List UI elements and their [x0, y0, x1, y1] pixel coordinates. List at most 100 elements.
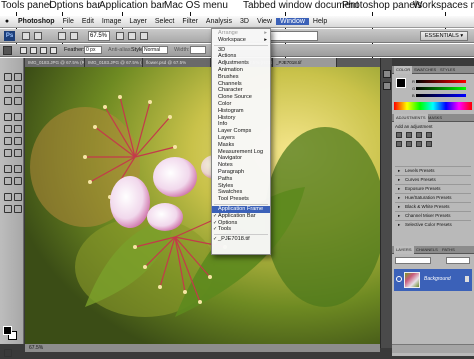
- hue-sat-icon[interactable]: [406, 141, 412, 147]
- dodge-tool-icon[interactable]: [13, 148, 22, 157]
- tab-color[interactable]: COLOR: [394, 66, 413, 74]
- menu-image[interactable]: Image: [98, 18, 125, 25]
- preset-item[interactable]: Black & White Presets: [395, 202, 471, 210]
- menu-item-label: Animation: [218, 67, 243, 73]
- menu-edit[interactable]: Edit: [78, 18, 98, 25]
- menu-window[interactable]: Window: [276, 18, 309, 25]
- window-menu-item-tools[interactable]: ✓ Tools: [212, 226, 270, 233]
- preset-item[interactable]: Selective Color Presets: [395, 220, 471, 228]
- new-selection-icon[interactable]: [20, 47, 27, 54]
- brush-tool-icon[interactable]: [13, 112, 22, 121]
- tab-layers[interactable]: LAYERS: [394, 246, 414, 254]
- preset-item[interactable]: Channel Mixer Presets: [395, 211, 471, 219]
- document-tab[interactable]: IMG_0183.JPG @ 67.5% (RGB/8*): [85, 58, 143, 67]
- history-panel-icon[interactable]: [383, 70, 391, 78]
- blur-tool-icon[interactable]: [3, 148, 12, 157]
- layer-row-background[interactable]: Background: [394, 269, 472, 291]
- tab-channels[interactable]: CHANNELS: [414, 246, 440, 254]
- menu-app-photoshop[interactable]: Photoshop: [14, 18, 59, 25]
- menu-layer[interactable]: Layer: [125, 18, 151, 25]
- healing-tool-icon[interactable]: [3, 112, 12, 121]
- shape-tool-icon[interactable]: [13, 176, 22, 185]
- feather-input[interactable]: 0 px: [84, 46, 102, 54]
- color-balance-icon[interactable]: [416, 141, 422, 147]
- actions-panel-icon[interactable]: [383, 82, 391, 90]
- vibrance-icon[interactable]: [396, 141, 402, 147]
- intersect-selection-icon[interactable]: [50, 47, 57, 54]
- menu-filter[interactable]: Filter: [178, 18, 202, 25]
- window-menu-item-tool-presets[interactable]: Tool Presets: [212, 196, 270, 203]
- width-input[interactable]: [190, 46, 206, 54]
- tab-paths[interactable]: PATHS: [440, 246, 457, 254]
- gradient-tool-icon[interactable]: [13, 136, 22, 145]
- eyedropper-tool-icon[interactable]: [13, 96, 22, 105]
- blue-slider[interactable]: [416, 94, 466, 97]
- marquee-tool-button-icon[interactable]: [13, 72, 22, 81]
- lasso-tool-icon[interactable]: [3, 84, 12, 93]
- levels-icon[interactable]: [406, 132, 412, 138]
- tab-masks[interactable]: MASKS: [426, 114, 444, 122]
- hand-tool-icon[interactable]: [3, 204, 12, 213]
- color-preview[interactable]: [396, 78, 406, 88]
- apple-icon[interactable]: ●: [0, 18, 14, 25]
- marquee-tool-icon[interactable]: [3, 46, 12, 55]
- application-bar-field[interactable]: [270, 31, 318, 41]
- move-tool-icon[interactable]: [3, 72, 12, 81]
- tab-swatches[interactable]: SWATCHES: [412, 66, 438, 74]
- document-tab-active[interactable]: _PJE7018.tif: [273, 58, 337, 67]
- quick-select-tool-icon[interactable]: [13, 84, 22, 93]
- guides-icon[interactable]: [34, 32, 42, 40]
- menu-analysis[interactable]: Analysis: [202, 18, 236, 25]
- curves-icon[interactable]: [416, 132, 422, 138]
- color-spectrum-ramp[interactable]: [394, 102, 472, 110]
- foreground-color-swatch[interactable]: [3, 326, 12, 335]
- arrange-icon[interactable]: [128, 32, 136, 40]
- zoom-level-field[interactable]: 67.5%: [88, 31, 110, 41]
- exposure-icon[interactable]: [426, 132, 432, 138]
- eye-icon[interactable]: [396, 276, 402, 282]
- opacity-field[interactable]: [446, 257, 470, 264]
- quick-mask-icon[interactable]: [3, 348, 12, 357]
- 3d-orbit-tool-icon[interactable]: [13, 192, 22, 201]
- preset-item[interactable]: Levels Presets: [395, 166, 471, 174]
- menu-view[interactable]: View: [253, 18, 276, 25]
- zoom-icon[interactable]: [70, 32, 78, 40]
- preset-item[interactable]: Curves Presets: [395, 175, 471, 183]
- path-select-tool-icon[interactable]: [3, 176, 12, 185]
- black-white-icon[interactable]: [426, 141, 432, 147]
- blend-mode-select[interactable]: [395, 257, 431, 264]
- add-selection-icon[interactable]: [30, 47, 37, 54]
- zoom-tool-icon[interactable]: [13, 204, 22, 213]
- style-select[interactable]: Normal: [142, 46, 168, 54]
- hand-icon[interactable]: [58, 32, 66, 40]
- document-tab[interactable]: flower.psd @ 67.5%: [143, 58, 211, 67]
- clone-stamp-tool-icon[interactable]: [3, 124, 12, 133]
- document-canvas[interactable]: [25, 67, 380, 347]
- red-slider[interactable]: [416, 80, 466, 83]
- window-menu-item-pje7018-tif[interactable]: ✓ _PJE7018.tif: [212, 236, 270, 243]
- tab-adjustments[interactable]: ADJUSTMENTS: [394, 114, 428, 122]
- subtract-selection-icon[interactable]: [40, 47, 47, 54]
- tab-styles[interactable]: STYLES: [438, 66, 457, 74]
- menu-3d[interactable]: 3D: [236, 18, 253, 25]
- screen-mode-icon[interactable]: [140, 32, 148, 40]
- type-tool-icon[interactable]: [13, 164, 22, 173]
- crop-tool-icon[interactable]: [3, 96, 12, 105]
- history-brush-tool-icon[interactable]: [13, 124, 22, 133]
- menu-select[interactable]: Select: [151, 18, 178, 25]
- pen-tool-icon[interactable]: [3, 164, 12, 173]
- 3d-rotate-tool-icon[interactable]: [3, 192, 12, 201]
- window-menu-item-workspace[interactable]: Workspace ▸: [212, 37, 270, 44]
- workspace-switcher[interactable]: ESSENTIALS ▾: [420, 31, 468, 41]
- document-tab[interactable]: IMG_0183.JPG @ 67.5% (RGB/8*): [25, 58, 85, 67]
- green-slider[interactable]: [416, 87, 466, 90]
- menu-file[interactable]: File: [59, 18, 78, 25]
- rotate-icon[interactable]: [116, 32, 124, 40]
- preset-item[interactable]: Exposure Presets: [395, 184, 471, 192]
- launch-bridge-icon[interactable]: [22, 32, 30, 40]
- eraser-tool-icon[interactable]: [3, 136, 12, 145]
- preset-item[interactable]: Hue/Saturation Presets: [395, 193, 471, 201]
- menu-item-label: Application Bar: [218, 212, 256, 219]
- brightness-icon[interactable]: [396, 132, 402, 138]
- menu-help[interactable]: Help: [309, 18, 331, 25]
